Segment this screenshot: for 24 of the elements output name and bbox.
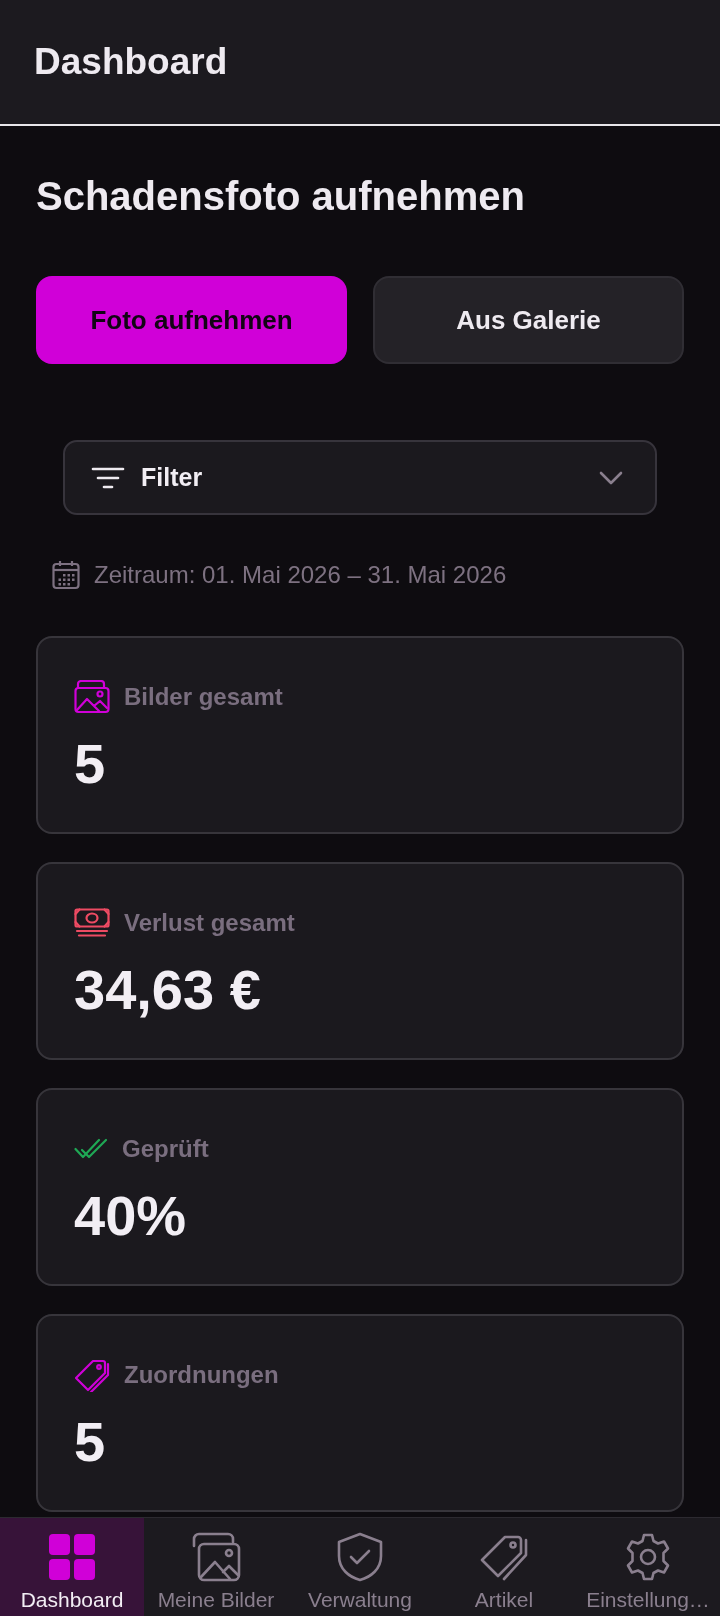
filter-dropdown[interactable]: Filter bbox=[63, 440, 657, 515]
date-range-text: Zeitraum: 01. Mai 2026 – 31. Mai 2026 bbox=[94, 560, 507, 590]
nav-tab[interactable]: Verwaltung bbox=[288, 1518, 432, 1616]
take-photo-button[interactable]: Foto aufnehmen bbox=[36, 276, 347, 364]
shield-check-icon bbox=[335, 1532, 385, 1582]
filter-icon bbox=[91, 465, 125, 490]
section-title: Schadensfoto aufnehmen bbox=[36, 173, 526, 220]
calendar-icon bbox=[52, 560, 80, 590]
nav-tab[interactable]: Dashboard bbox=[0, 1518, 144, 1616]
stat-label: Zuordnungen bbox=[124, 1360, 279, 1390]
nav-tab[interactable]: Einstellung… bbox=[576, 1518, 720, 1616]
nav-tab[interactable]: Artikel bbox=[432, 1518, 576, 1616]
gallery-button[interactable]: Aus Galerie bbox=[373, 276, 684, 364]
stat-label: Bilder gesamt bbox=[124, 682, 283, 712]
stat-value: 40% bbox=[74, 1184, 187, 1248]
nav-tab[interactable]: Meine Bilder bbox=[144, 1518, 288, 1616]
stat-value: 34,63 € bbox=[74, 958, 261, 1022]
images-icon bbox=[191, 1532, 241, 1582]
stat-value: 5 bbox=[74, 732, 106, 796]
stat-label: Geprüft bbox=[122, 1134, 209, 1164]
stat-value: 5 bbox=[74, 1410, 106, 1474]
stat-label: Verlust gesamt bbox=[124, 908, 295, 938]
app-bar-title: Dashboard bbox=[34, 40, 228, 84]
grid-icon bbox=[47, 1532, 97, 1582]
